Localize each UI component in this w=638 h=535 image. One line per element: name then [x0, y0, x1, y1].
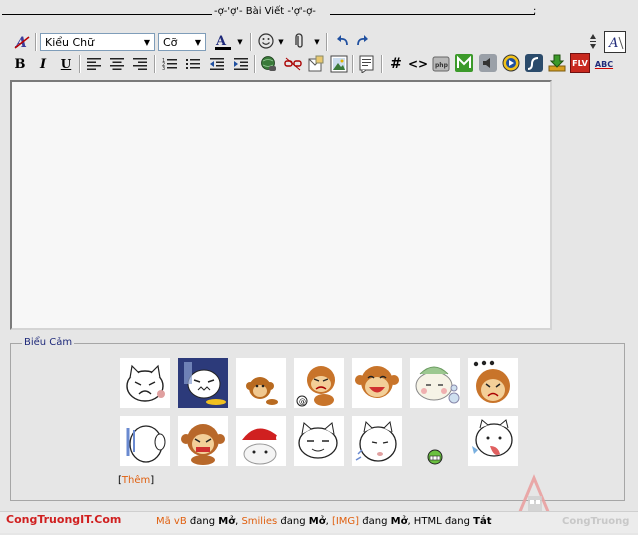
chevron-down-icon: ▼ [194, 37, 202, 47]
align-right-icon[interactable] [130, 54, 150, 74]
flash-icon[interactable] [524, 53, 544, 73]
status-text: đang [277, 516, 309, 527]
svg-text:@: @ [299, 398, 306, 406]
insert-image-icon[interactable] [329, 54, 349, 74]
smiley-monkey-crying[interactable]: @ [294, 358, 344, 408]
smilies-state: Mở [308, 516, 326, 527]
toolbar-separator [254, 55, 256, 73]
smiley-cat-angry[interactable] [120, 358, 170, 408]
smiley-bun-back[interactable] [120, 416, 170, 466]
media-player-icon[interactable] [501, 53, 521, 73]
toolbar-separator [154, 55, 156, 73]
remove-link-icon[interactable] [283, 54, 303, 74]
size-select-label: Cỡ [163, 35, 178, 49]
smiley-monkey-sad[interactable] [178, 416, 228, 466]
chevron-down-icon: ▼ [143, 37, 151, 47]
toolbar-separator [250, 33, 252, 51]
more-smilies-link[interactable]: Thêm [122, 475, 150, 486]
megavideo-icon[interactable] [454, 53, 474, 73]
size-select[interactable]: Cỡ ▼ [158, 33, 206, 51]
bold-button[interactable]: B [10, 54, 30, 74]
toolbar-separator [35, 33, 37, 51]
more-smilies: [Thêm] [118, 475, 154, 486]
smiley-icon[interactable] [256, 31, 276, 51]
text-color-icon: A [215, 34, 231, 50]
smiley-santa[interactable] [236, 416, 286, 466]
code-button[interactable]: <> [408, 54, 428, 74]
footer-bar: CongTruongIT.Com Mã vB đang Mở, Smilies … [0, 511, 638, 533]
message-textarea[interactable] [10, 80, 552, 330]
text-color-button[interactable]: A [212, 31, 234, 53]
redo-icon[interactable] [353, 31, 373, 51]
hash-button[interactable]: # [386, 54, 406, 74]
font-select[interactable]: Kiểu Chữ ▼ [40, 33, 155, 51]
underline-button[interactable]: U [56, 54, 76, 74]
smiley-monkey-laughing[interactable] [352, 358, 402, 408]
download-icon[interactable] [547, 53, 567, 73]
img-code-link[interactable]: [IMG] [332, 516, 359, 527]
italic-button[interactable]: I [33, 54, 53, 74]
html-state: Tắt [473, 516, 492, 527]
vbcode-link[interactable]: Mã vB [156, 516, 187, 527]
php-icon[interactable]: php [431, 54, 451, 74]
font-select-label: Kiểu Chữ [45, 35, 95, 49]
img-state: Mở [390, 516, 408, 527]
status-text: đang [359, 516, 391, 527]
outdent-icon[interactable] [207, 54, 227, 74]
smilies-link[interactable]: Smilies [241, 516, 277, 527]
smiley-bun-tongue[interactable] [468, 416, 518, 466]
chevron-down-icon[interactable]: ▼ [312, 36, 322, 48]
title-bar: -ợ-'ợ'- Bài Viết -'ợ'-ợ- ; [0, 6, 638, 20]
svg-text:A: A [608, 36, 618, 51]
smiley-cat-grin[interactable] [294, 416, 344, 466]
title-semicolon: ; [533, 6, 537, 17]
undo-icon[interactable] [332, 31, 352, 51]
unordered-list-icon[interactable] [183, 54, 203, 74]
insert-link-icon[interactable] [259, 54, 279, 74]
smilies-legend: Biểu Cảm [22, 337, 75, 348]
title-line-left [2, 14, 212, 15]
toolbar-separator [326, 33, 328, 51]
remove-format-icon[interactable]: A [12, 32, 32, 52]
ordered-list-icon[interactable]: 123 [160, 54, 180, 74]
posting-rules-status: Mã vB đang Mở, Smilies đang Mở, [IMG] đa… [156, 516, 492, 527]
switch-editor-mode-icon[interactable]: A [604, 31, 626, 53]
smiley-monkey-dots[interactable] [468, 358, 518, 408]
status-separator: , HTML đang [407, 516, 474, 527]
smiley-monkey-small[interactable] [236, 358, 286, 408]
svg-text:3: 3 [162, 66, 165, 71]
align-center-icon[interactable] [107, 54, 127, 74]
insert-email-icon[interactable] [306, 54, 326, 74]
indent-icon[interactable] [231, 54, 251, 74]
title-line-right [330, 14, 535, 15]
quote-icon[interactable] [357, 54, 377, 74]
resize-arrows-icon[interactable] [586, 33, 600, 51]
watermark-text: CongTruong [562, 516, 630, 527]
brand-logo: CongTruongIT.Com [6, 513, 122, 526]
chevron-down-icon[interactable]: ▼ [276, 36, 286, 48]
paperclip-icon[interactable] [290, 31, 310, 51]
chevron-down-icon[interactable]: ▼ [235, 36, 245, 48]
toolbar-separator [352, 55, 354, 73]
smiley-grin-small[interactable] [410, 416, 460, 466]
page-title: -ợ-'ợ'- Bài Viết -'ợ'-ợ- [212, 6, 318, 17]
smiley-cat-flustered[interactable] [352, 416, 402, 466]
toolbar-separator [381, 55, 383, 73]
audio-icon[interactable] [478, 53, 498, 73]
flv-button[interactable]: FLV [570, 53, 590, 73]
status-text: đang [186, 516, 219, 527]
more-bracket-close: ] [150, 475, 155, 486]
smiley-shocked[interactable] [178, 358, 228, 408]
align-left-icon[interactable] [84, 54, 104, 74]
spellcheck-button[interactable]: ABC [594, 54, 614, 74]
smiley-bun-sleeping[interactable] [410, 358, 460, 408]
svg-text:php: php [435, 62, 449, 69]
vbcode-state: Mở [218, 516, 236, 527]
toolbar-separator [79, 55, 81, 73]
svg-text:A: A [215, 34, 227, 49]
